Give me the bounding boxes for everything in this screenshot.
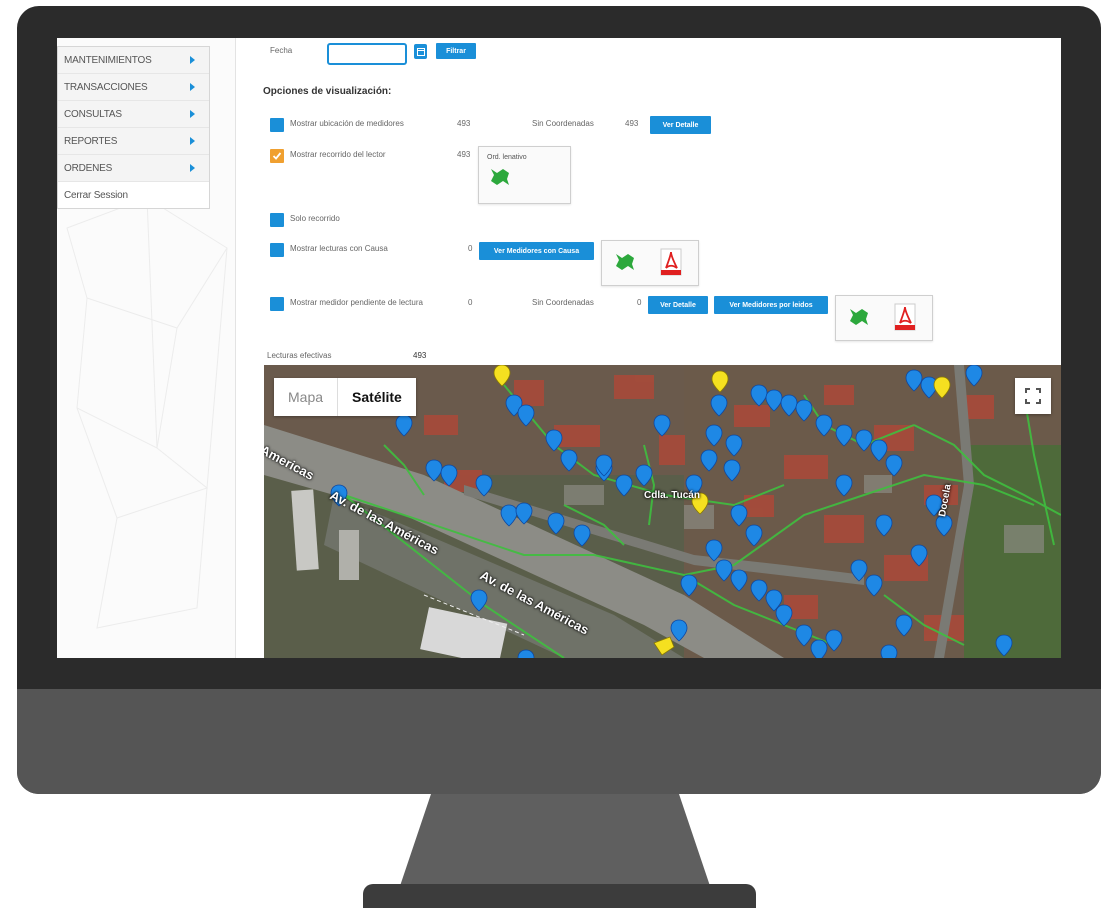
satellite-map[interactable]: Americas Av. de las Américas Av. de las … (264, 365, 1061, 658)
chevron-right-icon (190, 56, 195, 64)
main-content: Fecha Filtrar Opciones de visualización:… (235, 38, 1061, 658)
monitor-stand-base (363, 884, 756, 908)
no-coords-label: Sin Coordenadas (532, 298, 594, 307)
effective-readings-count: 493 (413, 351, 427, 360)
option-count: 493 (457, 150, 471, 159)
green-map-icon[interactable] (614, 252, 636, 272)
map-type-toggle: Mapa Satélite (274, 378, 416, 416)
green-map-icon[interactable] (848, 307, 870, 327)
filter-button[interactable]: Filtrar (436, 43, 476, 59)
monitor-chin (17, 689, 1101, 794)
menu-item-label: REPORTES (64, 135, 118, 147)
view-detail-button[interactable]: Ver Detalle (650, 116, 711, 134)
export-box-pending (835, 295, 933, 341)
no-coords-count: 0 (637, 298, 642, 307)
option-label: Mostrar recorrido del lector (290, 150, 386, 159)
no-coords-count: 493 (625, 119, 639, 128)
option-label: Mostrar medidor pendiente de lectura (290, 298, 423, 307)
option-label: Solo recorrido (290, 214, 340, 223)
main-menu: MANTENIMIENTOS TRANSACCIONES CONSULTAS R… (57, 46, 210, 209)
option-count: 0 (468, 244, 473, 253)
menu-item-label: CONSULTAS (64, 108, 122, 120)
pdf-icon[interactable] (894, 303, 916, 331)
chevron-right-icon (190, 110, 195, 118)
menu-item-transacciones[interactable]: TRANSACCIONES (58, 74, 209, 101)
menu-item-label: ORDENES (64, 162, 113, 174)
export-box-cause (601, 240, 699, 286)
kml-box: Ord. lenativo (478, 146, 571, 204)
chevron-right-icon (190, 83, 195, 91)
calendar-button[interactable] (414, 44, 427, 59)
date-label: Fecha (270, 46, 293, 55)
view-meters-with-cause-button[interactable]: Ver Medidores con Causa (479, 242, 594, 260)
no-coords-label: Sin Coordenadas (532, 119, 594, 128)
view-unread-meters-button[interactable]: Ver Medidores por leidos (714, 296, 828, 314)
option-label: Mostrar lecturas con Causa (290, 244, 388, 253)
chevron-right-icon (190, 164, 195, 172)
date-input[interactable] (327, 43, 407, 65)
map-type-satellite-button[interactable]: Satélite (338, 378, 416, 416)
pdf-icon[interactable] (660, 248, 682, 276)
checkmark-icon (272, 152, 282, 160)
kml-box-label: Ord. lenativo (487, 154, 527, 161)
calendar-icon (416, 48, 425, 56)
left-panel: MANTENIMIENTOS TRANSACCIONES CONSULTAS R… (57, 38, 236, 658)
menu-item-reportes[interactable]: REPORTES (58, 128, 209, 155)
option-count: 493 (457, 119, 471, 128)
background-lines (66, 197, 228, 629)
checkbox-route-only[interactable] (270, 213, 284, 227)
road-label: Cdla. Tucán (644, 490, 700, 501)
logout-label: Cerrar Session (64, 189, 128, 201)
option-count: 0 (468, 298, 473, 307)
effective-readings-label: Lecturas efectivas (267, 351, 332, 360)
checkbox-readings-with-cause[interactable] (270, 243, 284, 257)
checkbox-show-route[interactable] (270, 149, 284, 163)
view-detail-pending-button[interactable]: Ver Detalle (648, 296, 708, 314)
menu-item-label: TRANSACCIONES (64, 81, 148, 93)
monitor-stand-neck (400, 794, 710, 886)
menu-item-mantenimientos[interactable]: MANTENIMIENTOS (58, 47, 209, 74)
screen: MANTENIMIENTOS TRANSACCIONES CONSULTAS R… (57, 38, 1061, 658)
checkbox-show-meters[interactable] (270, 118, 284, 132)
fullscreen-button[interactable] (1015, 378, 1051, 414)
map-type-map-button[interactable]: Mapa (274, 378, 339, 416)
green-map-icon[interactable] (489, 167, 511, 187)
option-label: Mostrar ubicación de medidores (290, 119, 404, 128)
menu-item-label: MANTENIMIENTOS (64, 54, 152, 66)
logout-link[interactable]: Cerrar Session (58, 182, 209, 208)
fullscreen-icon (1025, 388, 1041, 404)
menu-item-consultas[interactable]: CONSULTAS (58, 101, 209, 128)
chevron-right-icon (190, 137, 195, 145)
checkbox-pending-meters[interactable] (270, 297, 284, 311)
menu-item-ordenes[interactable]: ORDENES (58, 155, 209, 182)
options-title: Opciones de visualización: (263, 86, 392, 97)
